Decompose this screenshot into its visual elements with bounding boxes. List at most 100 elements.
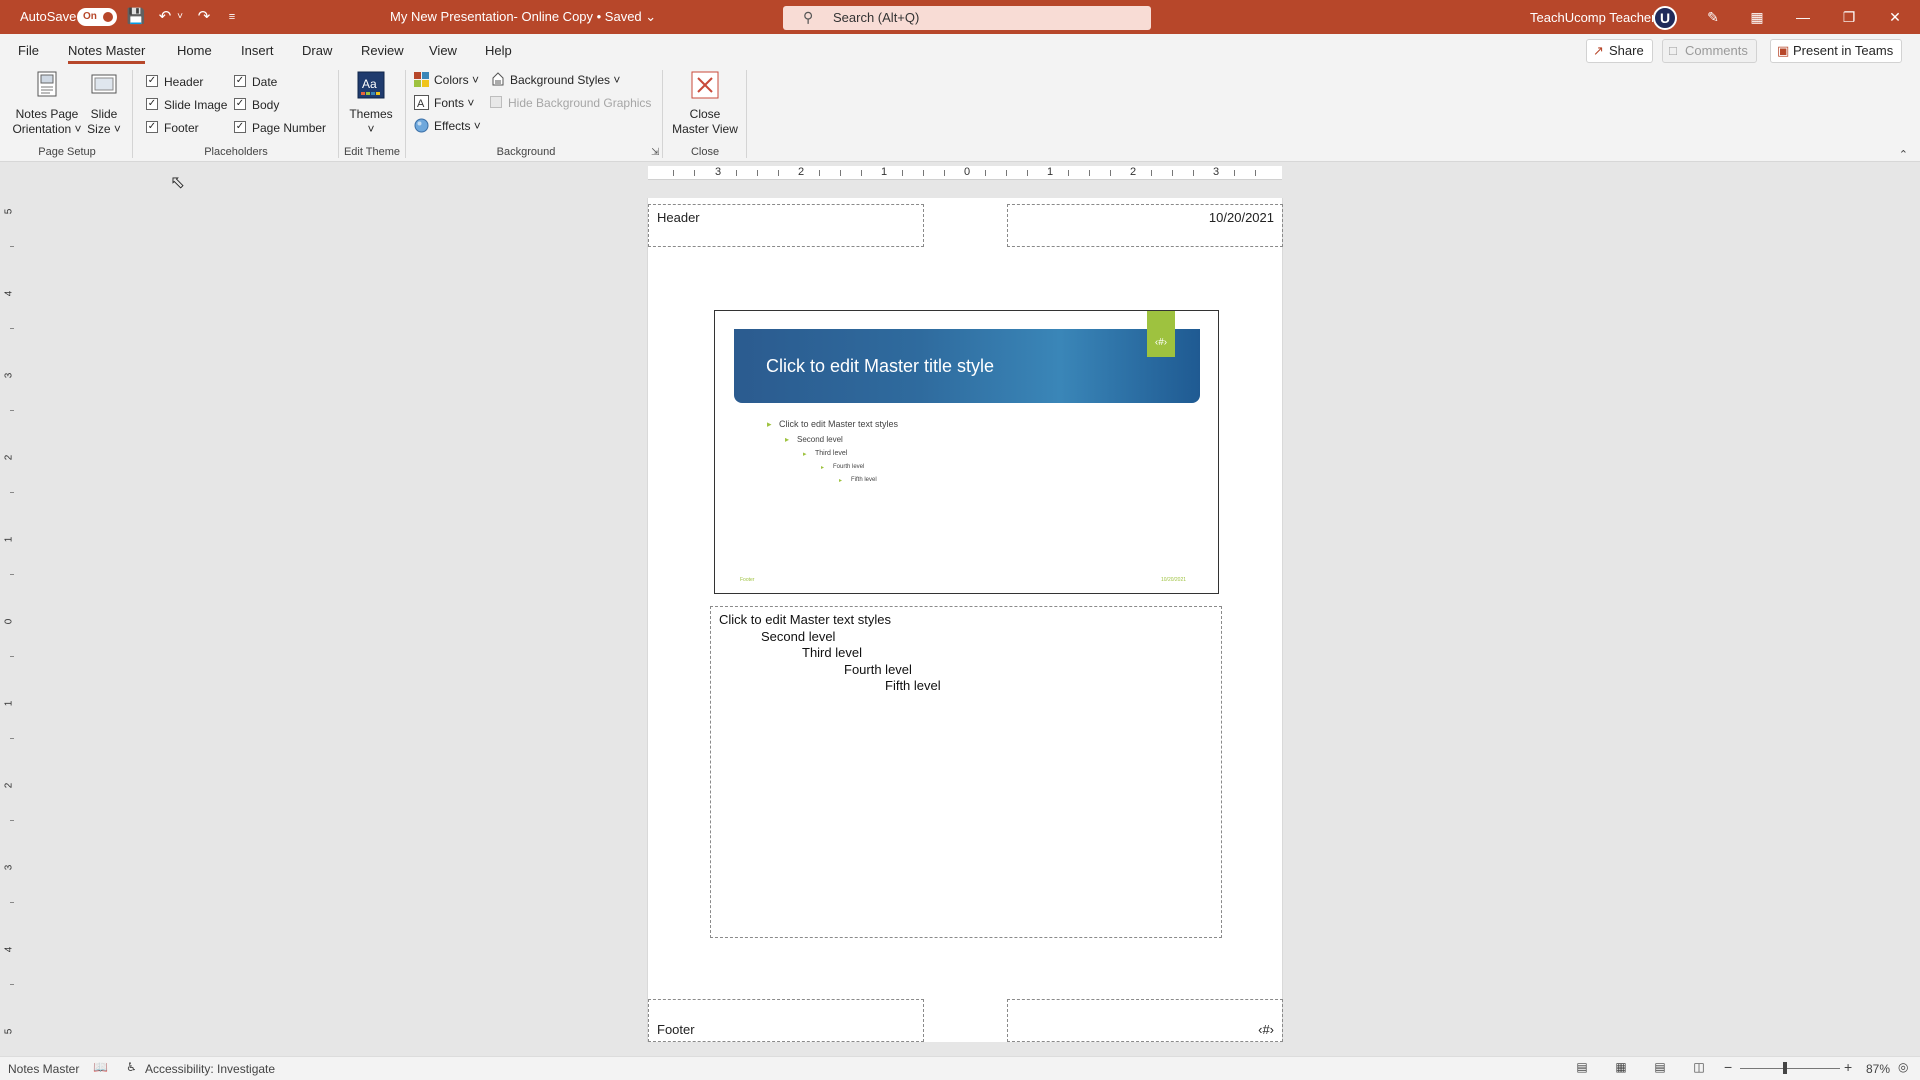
group-divider — [132, 70, 133, 158]
slide-size-label-2: Size ˅ — [87, 122, 121, 136]
toggle-knob — [103, 12, 113, 22]
fonts-button[interactable]: A Fonts ˅ — [414, 94, 474, 112]
search-icon: ⚲ — [803, 9, 814, 25]
slide-level-3: Third level — [803, 450, 847, 458]
body-placeholder[interactable]: Click to edit Master text styles Second … — [710, 606, 1222, 938]
zoom-in-icon[interactable]: + — [1844, 1059, 1852, 1075]
body-checkbox[interactable]: ✓ Body — [234, 97, 279, 113]
ruler-number: 2 — [3, 454, 15, 461]
slide-size-button[interactable]: Slide Size ˅ — [84, 70, 124, 137]
ruler-number: 5 — [3, 1028, 15, 1035]
tab-help[interactable]: Help — [485, 43, 512, 58]
zoom-slider[interactable] — [1740, 1068, 1840, 1069]
body-level-5: Fifth level — [885, 678, 941, 693]
search-box[interactable]: ⚲ Search (Alt+Q) — [783, 6, 1151, 30]
share-button[interactable]: ↗ Share — [1586, 39, 1653, 63]
tab-notes-master[interactable]: Notes Master — [68, 43, 146, 64]
effects-button[interactable]: Effects ˅ — [414, 117, 481, 135]
ruler-tick — [1234, 170, 1235, 176]
footer-placeholder[interactable]: Footer — [648, 999, 924, 1042]
group-label-background: Background — [496, 146, 556, 158]
hide-background-graphics-checkbox[interactable]: Hide Background Graphics — [490, 95, 651, 111]
ruler-number: 1 — [1047, 166, 1054, 178]
document-title[interactable]: My New Presentation- Online Copy • Saved… — [390, 9, 656, 25]
tab-file[interactable]: File — [18, 43, 39, 58]
slide-size-icon — [91, 74, 117, 94]
tab-home[interactable]: Home — [177, 43, 212, 58]
group-label-placeholders: Placeholders — [204, 146, 268, 158]
avatar[interactable]: U — [1653, 6, 1677, 30]
ribbon-display-icon[interactable]: ▦ — [1740, 4, 1774, 30]
group-divider — [746, 70, 747, 158]
header-checkbox[interactable]: ✓ Header — [146, 74, 203, 90]
header-text: Header — [657, 210, 700, 225]
zoom-slider-thumb[interactable] — [1783, 1062, 1787, 1074]
close-window-icon[interactable]: ✕ — [1878, 4, 1912, 30]
slide-image-placeholder[interactable]: Click to edit Master title style ‹#› Cli… — [714, 310, 1219, 594]
check-icon: ✓ — [146, 121, 158, 133]
zoom-out-icon[interactable]: − — [1724, 1059, 1732, 1075]
slide-number-tag: ‹#› — [1147, 311, 1175, 357]
autosave-toggle[interactable]: On — [77, 8, 117, 26]
present-label: Present in Teams — [1793, 43, 1894, 58]
footer-checkbox[interactable]: ✓ Footer — [146, 120, 199, 136]
reading-view-icon[interactable]: ▤ — [1650, 1060, 1670, 1077]
page-number-text: ‹#› — [1258, 1022, 1274, 1037]
date-checkbox[interactable]: ✓ Date — [234, 74, 277, 90]
accessibility-icon[interactable]: ♿ — [126, 1060, 137, 1074]
autosave-label: AutoSave — [20, 9, 77, 24]
save-icon[interactable]: 💾 — [124, 6, 148, 28]
accessibility-status[interactable]: Accessibility: Investigate — [145, 1062, 275, 1076]
horizontal-ruler: 3 2 1 0 1 2 3 — [648, 166, 1282, 180]
fit-to-window-icon[interactable]: ◎ — [1898, 1060, 1908, 1074]
redo-icon[interactable]: ↷ — [192, 6, 216, 28]
tab-view[interactable]: View — [429, 43, 457, 58]
notes-page: Header 10/20/2021 Click to edit Master t… — [647, 198, 1283, 1042]
customize-quick-access-icon[interactable]: ≡ — [220, 6, 244, 28]
zoom-level[interactable]: 87% — [1866, 1062, 1890, 1076]
themes-label: Themes — [349, 107, 393, 121]
tab-review[interactable]: Review — [361, 43, 404, 58]
undo-dropdown-icon[interactable]: ˅ — [173, 6, 187, 28]
ruler-number: 4 — [3, 946, 15, 953]
present-in-teams-button[interactable]: ▣ Present in Teams — [1770, 39, 1903, 63]
slideshow-icon[interactable]: ◫ — [1689, 1060, 1709, 1077]
colors-button[interactable]: Colors ˅ — [414, 71, 479, 89]
themes-button[interactable]: Aa Themes ˅ — [346, 70, 396, 137]
restore-icon[interactable]: ❐ — [1832, 4, 1866, 30]
ruler-tick — [736, 170, 737, 176]
minimize-icon[interactable]: — — [1786, 4, 1820, 30]
dialog-launcher-icon[interactable]: ⇲ — [651, 147, 659, 158]
notes-page-orientation-button[interactable]: Notes Page Orientation ˅ — [12, 70, 82, 137]
ruler-number: 4 — [3, 290, 15, 297]
user-name[interactable]: TeachUcomp Teacher — [1530, 10, 1656, 25]
pen-icon[interactable]: ✎ — [1696, 4, 1730, 30]
collapse-ribbon-icon[interactable]: ⌃ — [1899, 148, 1908, 161]
page-number-checkbox[interactable]: ✓ Page Number — [234, 120, 326, 136]
ruler-tick — [840, 170, 841, 176]
notes-book-icon[interactable]: 📖 — [93, 1060, 108, 1074]
background-styles-button[interactable]: Background Styles ˅ — [490, 71, 620, 89]
slide-sorter-icon[interactable]: ▦ — [1611, 1060, 1631, 1077]
comments-button[interactable]: □ Comments — [1662, 39, 1757, 63]
ruler-number: 3 — [3, 372, 15, 379]
close-master-view-button[interactable]: Close Master View — [668, 70, 742, 137]
tab-insert[interactable]: Insert — [241, 43, 274, 58]
ruler-tick — [10, 738, 14, 739]
svg-text:A: A — [417, 98, 425, 110]
ruler-tick — [757, 170, 758, 176]
normal-view-icon[interactable]: ▤ — [1572, 1060, 1592, 1077]
ribbon: Notes Page Orientation ˅ Slide Size ˅ Pa… — [0, 66, 1920, 162]
tab-draw[interactable]: Draw — [302, 43, 332, 58]
page-number-placeholder[interactable]: ‹#› — [1007, 999, 1283, 1042]
ruler-tick — [1151, 170, 1152, 176]
ruler-number: 2 — [1130, 166, 1137, 178]
ruler-tick — [1089, 170, 1090, 176]
date-placeholder[interactable]: 10/20/2021 — [1007, 204, 1283, 247]
ruler-tick — [10, 410, 14, 411]
slide-image-checkbox[interactable]: ✓ Slide Image — [146, 97, 227, 113]
fonts-icon: A — [414, 95, 429, 110]
header-placeholder[interactable]: Header — [648, 204, 924, 247]
ruler-number: 5 — [3, 208, 15, 215]
notes-page-label-1: Notes Page — [15, 107, 79, 121]
